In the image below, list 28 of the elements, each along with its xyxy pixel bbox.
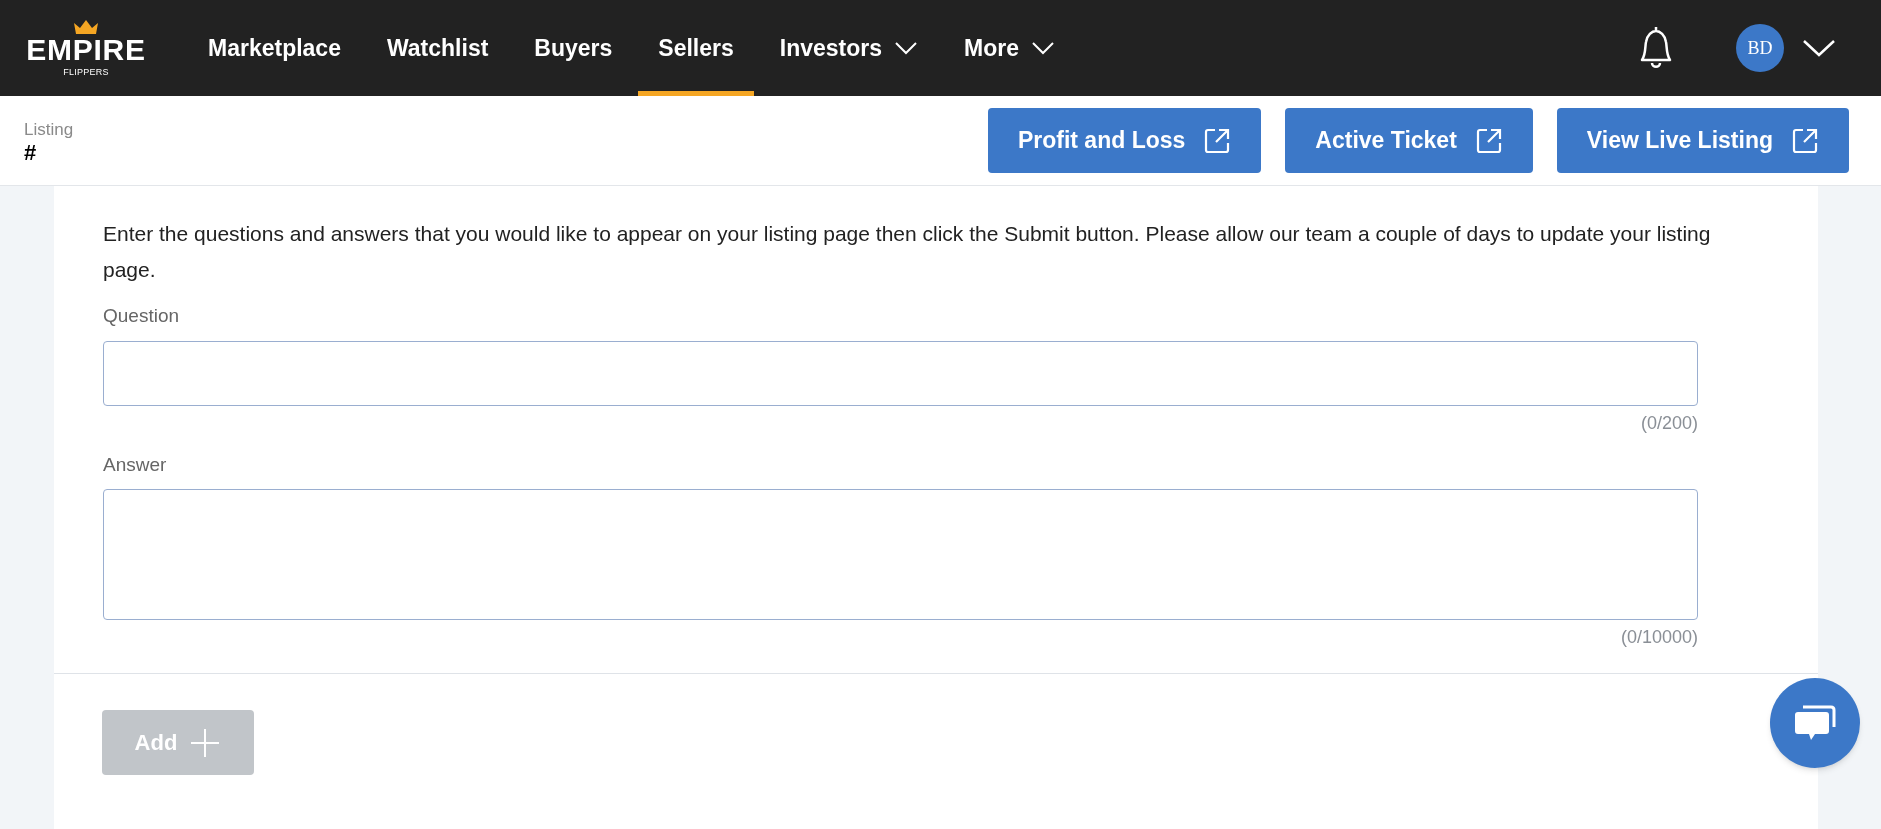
instructions-text: Enter the questions and answers that you would like to appear on your listing page then click the Submit button. Please allow our team a couple of days to update your listing page. (103, 221, 1712, 283)
user-avatar[interactable]: BD (1736, 24, 1784, 72)
plus-icon (189, 726, 222, 759)
action-button[interactable]: View Live Listing (1556, 108, 1849, 173)
crown-icon (73, 19, 99, 35)
listing-label: Listing (24, 118, 74, 141)
chevron-down-icon[interactable] (1802, 38, 1836, 58)
action-button[interactable]: Active Ticket (1285, 108, 1533, 173)
chevron-down-icon (1031, 41, 1055, 55)
logo-wordmark: EMPIRE (26, 35, 146, 65)
field-label: Question (103, 304, 181, 328)
logo-subtitle: FLIPPERS (63, 68, 109, 77)
nav-link[interactable]: Investors (759, 0, 939, 96)
chevron-down-icon (894, 41, 919, 55)
logo[interactable]: EMPIRE FLIPPERS (0, 19, 160, 77)
external-link-icon (1791, 126, 1819, 155)
character-counter: (0/10000) (1620, 626, 1698, 649)
character-counter: (0/200) (1640, 411, 1698, 435)
external-link-icon (1203, 126, 1232, 155)
nav-link[interactable]: Buyers (514, 0, 633, 96)
nav-link[interactable]: More (944, 0, 1075, 96)
field-label: Answer (103, 452, 168, 477)
listing-number: # (24, 142, 38, 165)
action-button[interactable]: Profit and Loss (987, 108, 1262, 173)
question-input[interactable] (103, 340, 1698, 406)
nav-link[interactable]: Marketplace (188, 0, 361, 96)
nav-link[interactable]: Watchlist (366, 0, 509, 96)
external-link-icon (1474, 126, 1503, 155)
